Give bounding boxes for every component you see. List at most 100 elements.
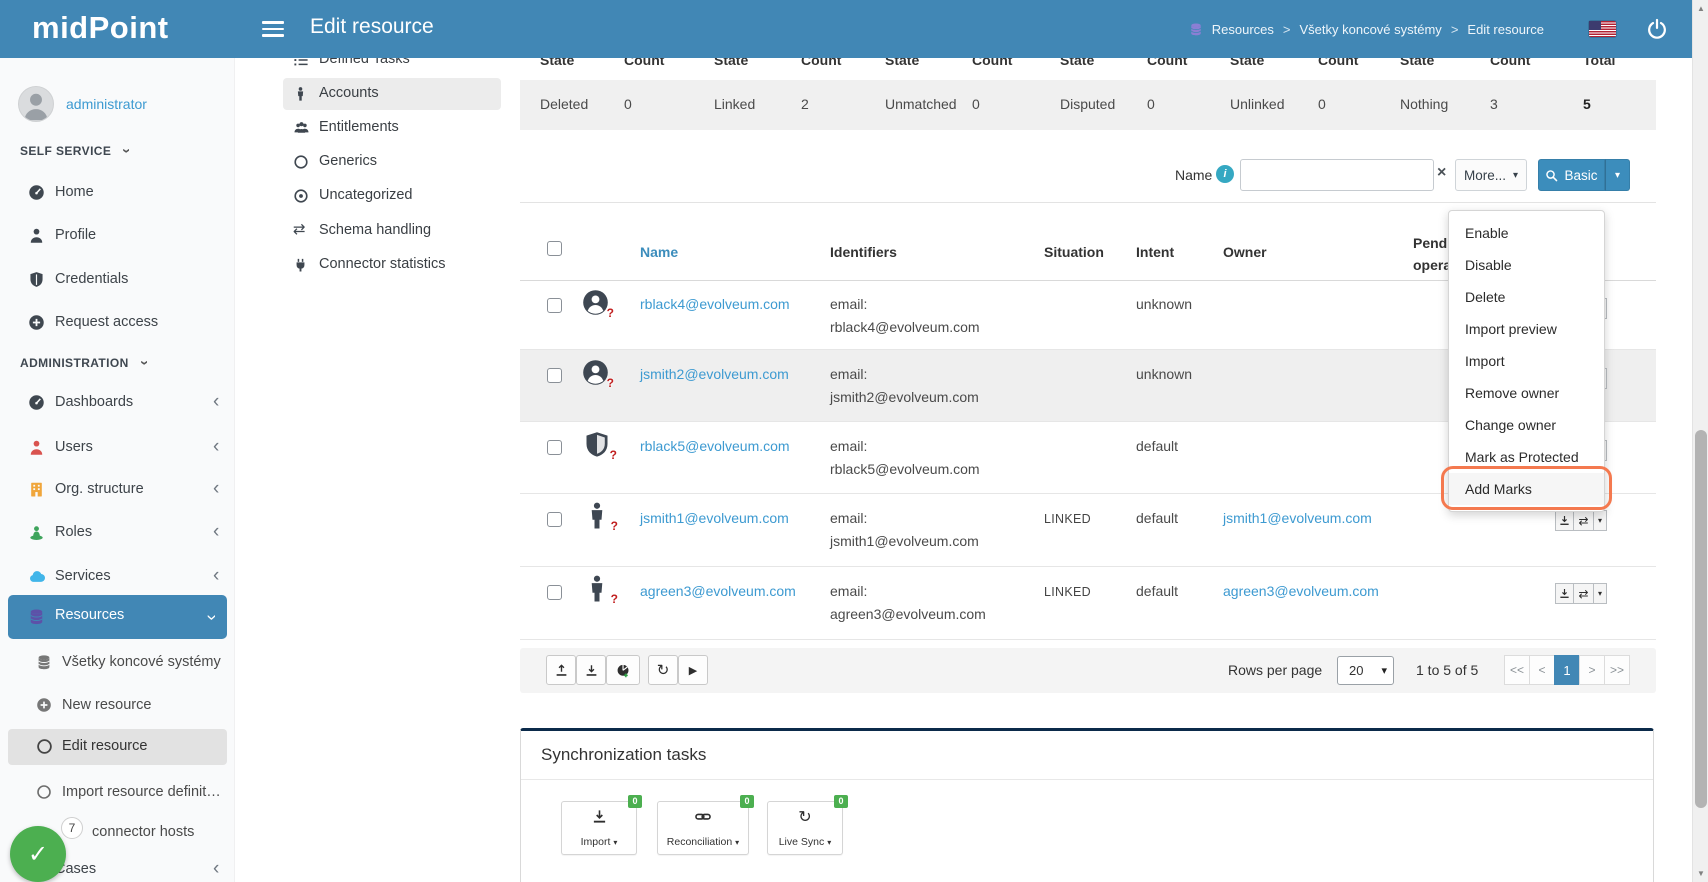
- avatar[interactable]: [18, 86, 54, 122]
- breadcrumb-item[interactable]: Resources: [1212, 22, 1274, 37]
- table-footer-bar: ↻ ▶ Rows per page 20 ▾ 1 to 5 of 5 << < …: [520, 648, 1656, 693]
- menu-item-import-preview[interactable]: Import preview: [1449, 313, 1604, 345]
- select-all-checkbox[interactable]: [547, 241, 562, 256]
- row-checkbox[interactable]: [547, 512, 562, 527]
- cloud-icon: [28, 568, 45, 585]
- menu-item-generics[interactable]: Generics: [283, 146, 501, 178]
- sidebar-item-users[interactable]: Users ‹: [0, 435, 235, 461]
- clear-search-icon[interactable]: ×: [1437, 164, 1446, 182]
- task-count-badge: 0: [834, 795, 848, 808]
- create-report-button[interactable]: [606, 655, 640, 685]
- exchange-action-button[interactable]: ⇄: [1573, 583, 1594, 604]
- account-name-link[interactable]: rblack4@evolveum.com: [640, 296, 790, 312]
- play-button[interactable]: ▶: [678, 655, 708, 685]
- menu-item-schema-handling[interactable]: ⇄ Schema handling: [283, 215, 501, 247]
- midpoint-logo[interactable]: midPoint: [32, 10, 169, 46]
- sidebar-section-self-service[interactable]: SELF SERVICE ‹: [20, 142, 129, 159]
- summary-count: 0: [624, 96, 632, 112]
- sidebar-item-edit-resource-selected[interactable]: Edit resource: [8, 729, 227, 765]
- row-checkbox[interactable]: [547, 298, 562, 313]
- sidebar-item-new-resource[interactable]: New resource: [0, 693, 235, 719]
- owner-link[interactable]: agreen3@evolveum.com: [1223, 583, 1379, 599]
- sidebar-item-import-resource[interactable]: Import resource definit…: [0, 780, 235, 806]
- menu-item-enable[interactable]: Enable: [1449, 217, 1604, 249]
- menu-item-delete[interactable]: Delete: [1449, 281, 1604, 313]
- download-action-button[interactable]: [1555, 510, 1574, 531]
- sidebar-item-org-structure[interactable]: Org. structure ‹: [0, 477, 235, 503]
- upload-button[interactable]: [546, 655, 576, 685]
- caret-down-icon: ▾: [1381, 664, 1387, 677]
- more-actions-caret-button[interactable]: ▾: [1593, 583, 1607, 604]
- sidebar-section-administration[interactable]: ADMINISTRATION ‹: [20, 354, 146, 371]
- sidebar-item-home[interactable]: Home: [0, 180, 235, 206]
- reconciliation-task-button[interactable]: 0 Reconciliation▾: [657, 801, 749, 855]
- menu-toggle-icon[interactable]: [262, 21, 284, 38]
- more-actions-caret-button[interactable]: ▾: [1593, 510, 1607, 531]
- menu-item-disable[interactable]: Disable: [1449, 249, 1604, 281]
- circle-icon: [36, 784, 53, 801]
- menu-item-mark-as-protected[interactable]: Mark as Protected: [1449, 441, 1604, 473]
- scrollbar-thumb[interactable]: [1695, 430, 1707, 808]
- scroll-down-icon[interactable]: ▼: [1693, 869, 1708, 878]
- row-checkbox[interactable]: [547, 440, 562, 455]
- menu-item-uncategorized[interactable]: Uncategorized: [283, 180, 501, 212]
- scroll-up-icon[interactable]: ▲: [1693, 4, 1708, 13]
- search-name-input[interactable]: [1240, 159, 1434, 191]
- row-checkbox[interactable]: [547, 368, 562, 383]
- download-action-button[interactable]: [1555, 583, 1574, 604]
- logout-power-icon[interactable]: [1646, 18, 1668, 40]
- intent-value: default: [1136, 583, 1178, 599]
- pager-last-button[interactable]: >>: [1604, 655, 1630, 685]
- scrollbar[interactable]: ▲ ▼: [1692, 0, 1708, 882]
- pager-prev-button[interactable]: <: [1529, 655, 1555, 685]
- row-checkbox[interactable]: [547, 585, 562, 600]
- exchange-action-button[interactable]: ⇄: [1573, 510, 1594, 531]
- account-name-link[interactable]: jsmith2@evolveum.com: [640, 366, 789, 382]
- success-fab-check[interactable]: ✓: [10, 826, 66, 882]
- locale-flag-us[interactable]: [1589, 21, 1616, 37]
- sidebar-item-resources-selected[interactable]: Resources ‹: [8, 595, 227, 639]
- pager-next-button[interactable]: >: [1579, 655, 1605, 685]
- live-sync-task-button[interactable]: 0 ↻ Live Sync▾: [767, 801, 843, 855]
- sidebar-item-profile[interactable]: Profile: [0, 223, 235, 249]
- menu-item-accounts-selected[interactable]: Accounts: [283, 78, 501, 110]
- account-name-link[interactable]: agreen3@evolveum.com: [640, 583, 796, 599]
- more-filters-button[interactable]: More... ▾: [1455, 159, 1527, 191]
- menu-item-connector-statistics[interactable]: Connector statistics: [283, 249, 501, 281]
- breadcrumb-item[interactable]: Všetky koncové systémy: [1299, 22, 1441, 37]
- account-name-link[interactable]: jsmith1@evolveum.com: [640, 510, 789, 526]
- menu-item-import[interactable]: Import: [1449, 345, 1604, 377]
- menu-item-entitlements[interactable]: Entitlements: [283, 112, 501, 144]
- sidebar: administrator SELF SERVICE ‹ Home Profil…: [0, 58, 235, 882]
- column-header-name[interactable]: Name: [640, 244, 678, 260]
- owner-link[interactable]: jsmith1@evolveum.com: [1223, 510, 1372, 526]
- sidebar-item-all-resources[interactable]: Všetky koncové systémy: [0, 650, 235, 676]
- column-header-owner: Owner: [1223, 244, 1267, 260]
- sidebar-item-roles[interactable]: Roles ‹: [0, 520, 235, 546]
- menu-item-add-marks[interactable]: Add Marks: [1449, 473, 1604, 505]
- divider: [520, 202, 1656, 203]
- basic-search-button[interactable]: Basic: [1538, 159, 1605, 191]
- menu-item-remove-owner[interactable]: Remove owner: [1449, 377, 1604, 409]
- sidebar-item-request-access[interactable]: Request access: [0, 310, 235, 336]
- gauge-icon: [28, 394, 45, 411]
- download-button[interactable]: [576, 655, 606, 685]
- menu-item-change-owner[interactable]: Change owner: [1449, 409, 1604, 441]
- sidebar-item-dashboards[interactable]: Dashboards ‹: [0, 390, 235, 416]
- username-link[interactable]: administrator: [66, 96, 147, 112]
- pager-page-1-button[interactable]: 1: [1554, 655, 1580, 685]
- import-task-button[interactable]: 0 Import▾: [561, 801, 637, 855]
- info-icon[interactable]: i: [1216, 165, 1234, 183]
- sidebar-item-services[interactable]: Services ‹: [0, 564, 235, 590]
- sidebar-item-credentials[interactable]: Credentials: [0, 267, 235, 293]
- refresh-button[interactable]: ↻: [648, 655, 678, 685]
- chevron-left-icon: ‹: [213, 860, 219, 878]
- row-actions: ⇄ ▾: [1555, 510, 1607, 531]
- rows-per-page-select[interactable]: 20 ▾: [1337, 656, 1394, 685]
- pager-first-button[interactable]: <<: [1504, 655, 1530, 685]
- account-name-link[interactable]: rblack5@evolveum.com: [640, 438, 790, 454]
- summary-state: Unlinked: [1230, 96, 1284, 112]
- search-icon: [1545, 169, 1558, 182]
- account-person-icon: ?: [586, 502, 614, 530]
- search-mode-caret-button[interactable]: ▾: [1605, 159, 1630, 191]
